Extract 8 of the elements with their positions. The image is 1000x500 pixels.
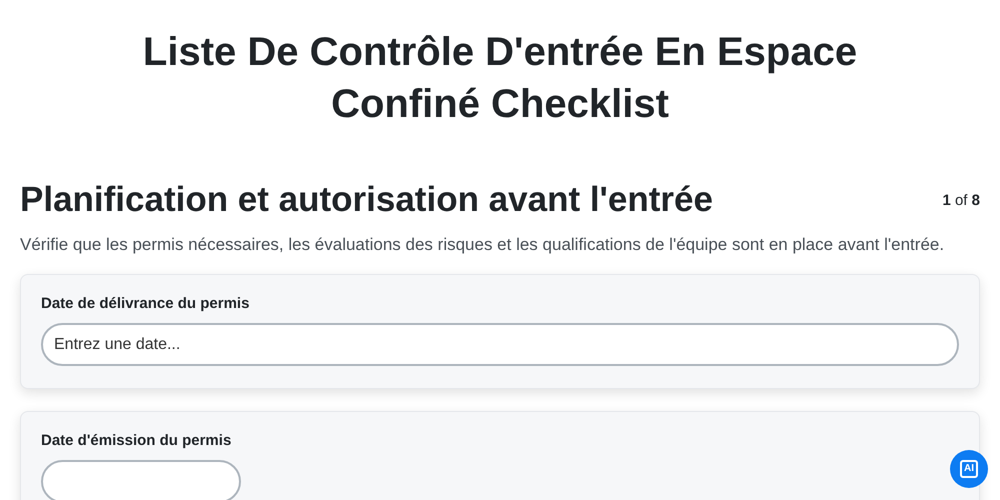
section-heading: Planification et autorisation avant l'entrée xyxy=(20,179,713,221)
step-counter: 1 of 8 xyxy=(942,192,980,208)
field-label: Date d'émission du permis xyxy=(41,432,232,449)
date-field[interactable]: Entrez une date... xyxy=(41,323,959,366)
section-description: Vérifie que les permis nécessaires, les évaluations des risques et les qualifications de l'équipe sont en place avant l'entrée. xyxy=(20,234,946,256)
page-title: Liste De Contrôle D'entrée En Espace Confiné Checklist xyxy=(142,29,858,128)
date-field[interactable] xyxy=(41,460,241,500)
field-label: Date de délivrance du permis xyxy=(41,295,250,312)
